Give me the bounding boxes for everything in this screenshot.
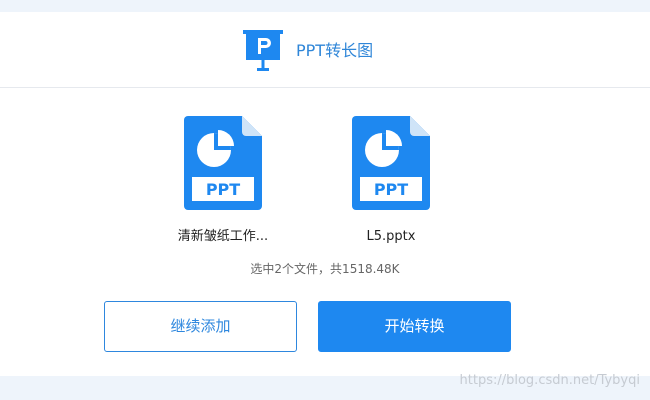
file-type-label: PPT <box>373 180 409 199</box>
converter-panel: PPT转长图 PPT 清新皱纸工作... PPT L5.pptx 选中2个文件，… <box>0 12 650 376</box>
start-convert-button[interactable]: 开始转换 <box>318 301 511 352</box>
file-item[interactable]: PPT L5.pptx <box>321 116 461 246</box>
watermark: https://blog.csdn.net/Tybyqi <box>459 373 640 388</box>
file-type-label: PPT <box>205 180 241 199</box>
file-name: L5.pptx <box>366 229 416 244</box>
file-item[interactable]: PPT 清新皱纸工作... <box>153 116 293 246</box>
continue-add-button[interactable]: 继续添加 <box>104 301 297 352</box>
header: PPT转长图 <box>0 12 650 88</box>
file-name: 清新皱纸工作... <box>177 229 269 244</box>
selection-summary: 选中2个文件，共1518.48K <box>250 262 400 276</box>
presentation-icon <box>243 30 283 71</box>
page-title: PPT转长图 <box>296 41 374 60</box>
